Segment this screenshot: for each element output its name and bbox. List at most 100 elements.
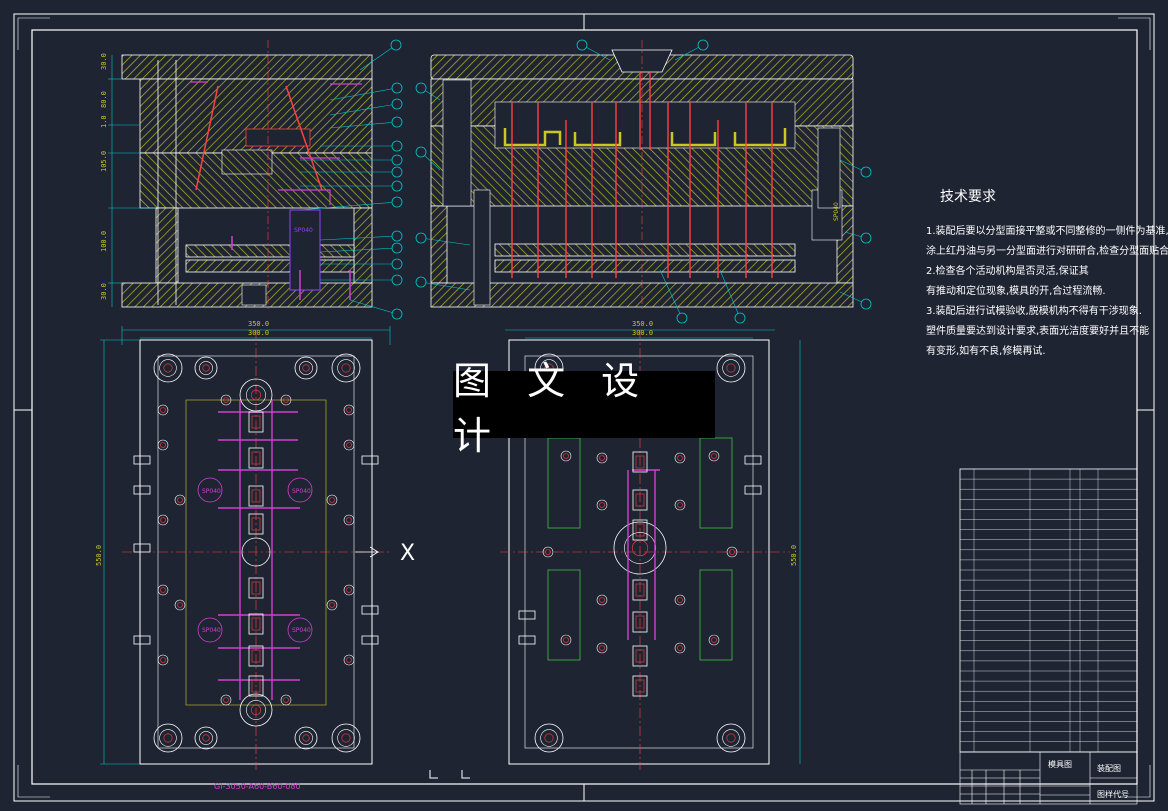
callout-balloon <box>391 98 403 110</box>
guide-boss <box>194 356 218 380</box>
callout-balloon <box>391 308 403 320</box>
bolt-hole <box>599 645 605 651</box>
svg-text:SP040: SP040 <box>833 202 840 221</box>
note-line: 1.装配后要以分型面接平整或不同整修的一侧件为基准, <box>926 226 1168 237</box>
bolt-hole <box>708 634 720 646</box>
bolt-hole <box>326 494 338 506</box>
technical-requirements: 技术要求 1.装配后要以分型面接平整或不同整修的一侧件为基准, 涂上红丹油与另一… <box>926 186 1168 362</box>
guide-boss <box>544 733 554 743</box>
water-fitting <box>518 635 536 645</box>
callout-balloon <box>391 230 403 242</box>
bolt-hole <box>346 587 352 593</box>
guide-boss <box>341 363 351 373</box>
watermark-banner: 图 文 设 计 <box>453 359 715 458</box>
dim-height-left: 550.0 <box>95 545 103 566</box>
note-line: 3.装配后进行试模验收,脱模机构不得有干涉现象. <box>926 306 1142 317</box>
guide-boss <box>716 353 746 383</box>
callout-balloon <box>860 166 872 178</box>
bolt-hole <box>711 637 717 643</box>
callout-balloon <box>676 312 688 324</box>
axis-mark: X <box>400 541 415 566</box>
bolt-hole <box>326 599 338 611</box>
guide-boss <box>159 729 177 747</box>
callout-balloon <box>391 180 403 192</box>
title-block-name: 模具图 <box>1048 759 1072 769</box>
callout-balloon <box>415 146 427 158</box>
water-fitting <box>361 605 379 615</box>
bolt-hole <box>343 439 355 451</box>
bolt-hole <box>283 697 289 703</box>
water-fitting <box>133 543 151 553</box>
callout-balloon <box>391 154 403 166</box>
water-fitting <box>518 610 536 620</box>
technical-requirements-heading: 技术要求 <box>940 189 996 205</box>
note-line: 涂上红丹油与另一分型面进行对研研合,检查分型面贴合情况, <box>926 246 1168 257</box>
guide-boss <box>163 733 173 743</box>
svg-text:30.0: 30.0 <box>100 53 108 70</box>
bolt-hole <box>223 697 229 703</box>
callout-balloon <box>697 39 709 51</box>
water-fitting <box>133 485 151 495</box>
svg-text:SP040: SP040 <box>294 227 313 234</box>
bolt-hole <box>220 694 232 706</box>
bolt-hole <box>157 404 169 416</box>
svg-text:1.0: 1.0 <box>100 115 108 128</box>
left-section-view: 30.0 80.0 1.0 105.0 100.0 30.0 SP040 <box>100 40 373 310</box>
bolt-hole <box>343 514 355 526</box>
guide-boss <box>337 729 355 747</box>
bolt-hole <box>674 642 686 654</box>
bolt-hole <box>177 497 183 503</box>
left-plan-view: 350.0 300.0 550.0 SP040 SP040 SP040 SP04… <box>95 320 391 770</box>
bolt-hole <box>677 597 683 603</box>
guide-boss <box>722 729 740 747</box>
part-code: GI-3050-A60-B60-080 <box>214 782 301 791</box>
guide-boss <box>199 361 213 375</box>
dim-height-right: 550.0 <box>790 545 798 566</box>
dim-top-width-outer-right: 350.0 <box>632 320 653 328</box>
note-line: 2.检查各个活动机构是否灵活,保证其 <box>926 266 1089 277</box>
callout-balloon <box>391 166 403 178</box>
bolt-hole <box>157 439 169 451</box>
bolt-hole <box>346 442 352 448</box>
guide-boss <box>194 726 218 750</box>
bolt-hole <box>329 602 335 608</box>
water-fitting <box>133 455 151 465</box>
guide-boss <box>302 734 310 742</box>
callout-balloon <box>415 82 427 94</box>
guide-boss <box>726 363 736 373</box>
callout-balloon <box>734 312 746 324</box>
guide-boss <box>163 363 173 373</box>
guide-boss <box>294 356 318 380</box>
guide-boss <box>299 731 313 745</box>
bolt-hole <box>157 584 169 596</box>
callout-balloon <box>391 258 403 270</box>
callout-balloon <box>860 298 872 310</box>
callout-balloon <box>391 242 403 254</box>
title-block-drawing-label: 装配图 <box>1097 763 1121 773</box>
bolt-hole <box>280 694 292 706</box>
bolt-hole <box>674 594 686 606</box>
water-fitting <box>361 635 379 645</box>
bolt-hole <box>596 594 608 606</box>
spec-label-d: SP040 <box>292 627 311 634</box>
note-line: 塑件质量要达到设计要求,表面光洁度要好并且不能 <box>926 326 1150 337</box>
callout-balloon <box>391 196 403 208</box>
bolt-hole <box>563 637 569 643</box>
title-block-code-label: 图样代号 <box>1097 789 1129 799</box>
water-fitting <box>361 455 379 465</box>
guide-boss <box>722 359 740 377</box>
bolt-hole <box>596 642 608 654</box>
dim-top-width-inner: 300.0 <box>248 329 269 337</box>
note-line: 有推动和定位现象,模具的开,合过程流畅. <box>926 286 1106 297</box>
guide-boss <box>726 733 736 743</box>
bolt-hole <box>346 657 352 663</box>
bolt-hole <box>343 584 355 596</box>
bom-table <box>959 468 1138 753</box>
bolt-hole <box>160 407 166 413</box>
bolt-hole <box>160 587 166 593</box>
guide-boss <box>331 353 361 383</box>
bolt-hole <box>560 634 572 646</box>
bolt-hole <box>674 499 686 511</box>
dim-top-width-inner-right: 300.0 <box>632 329 653 337</box>
guide-boss <box>202 364 210 372</box>
